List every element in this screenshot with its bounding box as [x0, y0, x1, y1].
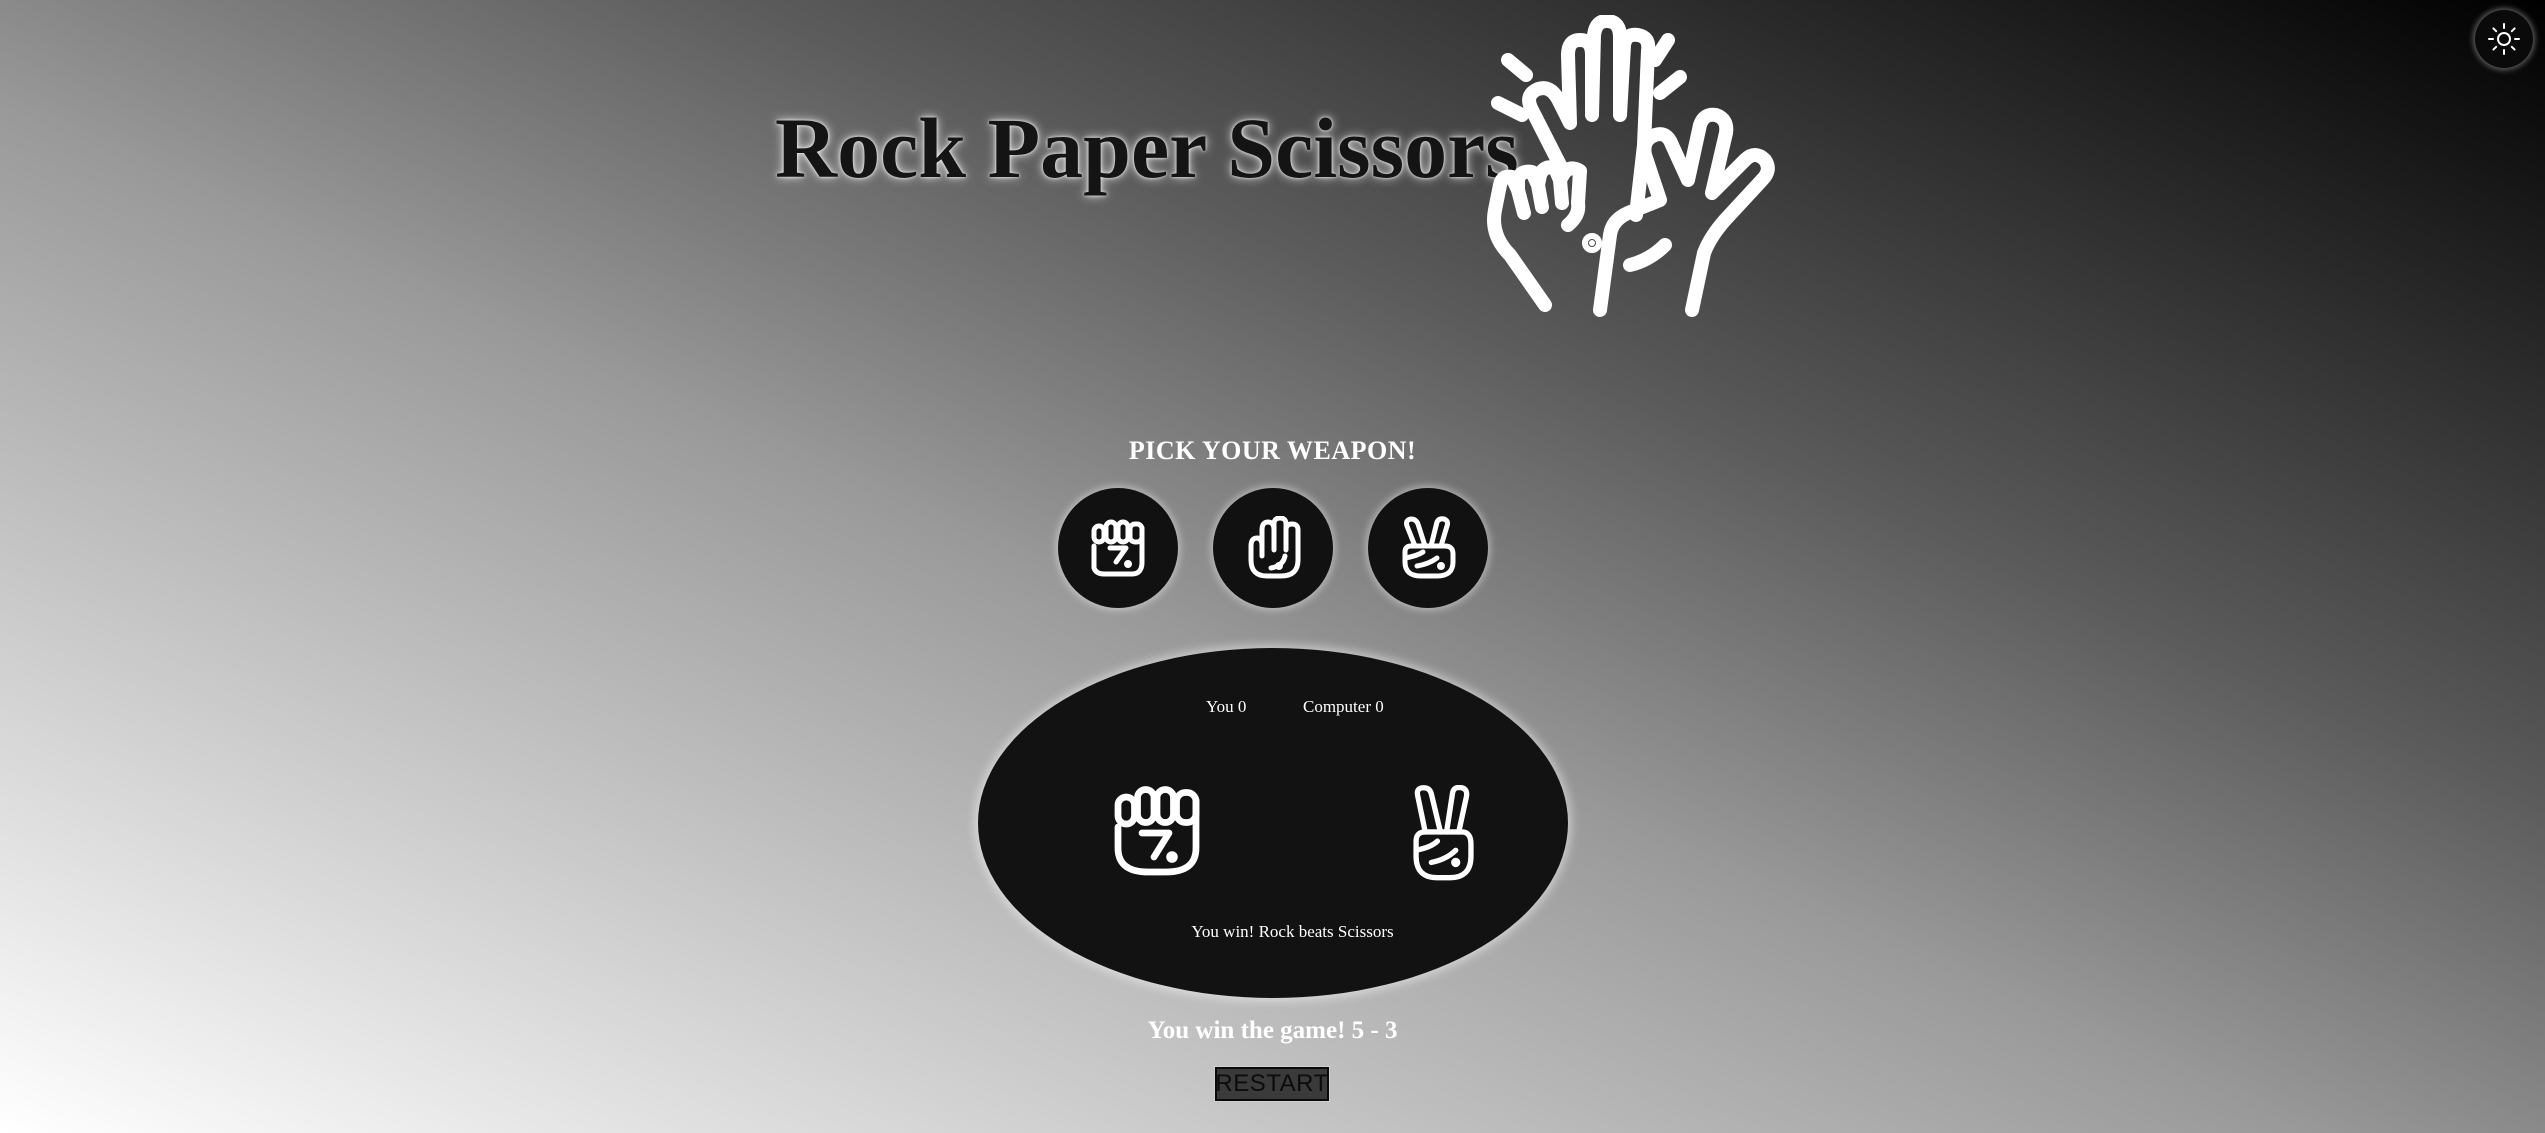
theme-toggle-button[interactable] [2475, 10, 2533, 68]
page-title: Rock Paper Scissors [775, 100, 1519, 196]
computer-choice [1410, 785, 1474, 885]
player-score-label: You [1206, 697, 1234, 716]
computer-score: Computer 0 [1303, 697, 1384, 717]
player-score: You 0 [1206, 697, 1246, 717]
paper-button[interactable] [1213, 488, 1333, 608]
fist-icon [1091, 519, 1145, 577]
pick-weapon-prompt: PICK YOUR WEAPON! [1128, 436, 1417, 465]
game-board [978, 648, 1568, 998]
computer-score-value: 0 [1375, 697, 1384, 716]
open-hand-icon [1248, 516, 1301, 579]
sun-icon [2488, 23, 2520, 55]
peace-hand-icon [1402, 516, 1456, 579]
player-score-value: 0 [1237, 697, 1247, 716]
rock-button[interactable] [1058, 488, 1178, 608]
hands-icon [1460, 15, 1780, 325]
fist-icon [1114, 786, 1200, 876]
scissors-button[interactable] [1368, 488, 1488, 608]
round-result: You win! Rock beats Scissors [1191, 922, 1394, 941]
restart-button[interactable]: RESTART [1214, 1066, 1330, 1102]
final-result: You win the game! 5 - 3 [1147, 1017, 1398, 1044]
player-choice [1112, 782, 1202, 878]
peace-hand-icon [1413, 785, 1474, 881]
computer-score-label: Computer [1303, 697, 1371, 716]
